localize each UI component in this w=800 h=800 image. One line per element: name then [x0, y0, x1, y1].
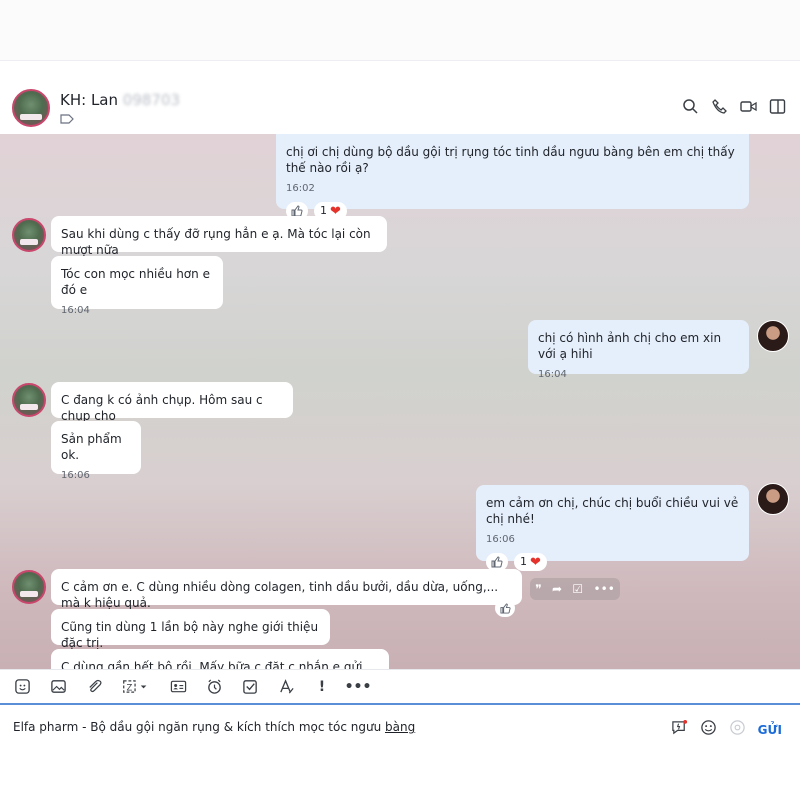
- message-incoming[interactable]: Cũng tin dùng 1 lần bộ này nghe giới thi…: [51, 609, 330, 650]
- phone-call-icon[interactable]: [711, 98, 728, 115]
- message-text: chị ơi chị dùng bộ dầu gội trị rụng tóc …: [286, 145, 735, 175]
- chat-header: KH: Lan 098703: [0, 60, 800, 134]
- forward-icon[interactable]: ➦: [552, 582, 562, 596]
- message-hover-actions: ❞ ➦ ☑ •••: [530, 578, 620, 600]
- more-icon[interactable]: •••: [345, 678, 372, 696]
- tag-icon[interactable]: [60, 113, 74, 125]
- message-time: 16:06: [486, 534, 515, 545]
- message-text: Sau khi dùng c thấy đỡ rụng hẳn e ạ. Mà …: [61, 227, 371, 257]
- message-text: C cảm ơn e. C dùng nhiều dòng colagen, t…: [61, 580, 499, 610]
- message-outgoing[interactable]: chị có hình ảnh chị cho em xin với ạ hih…: [528, 320, 749, 380]
- my-avatar[interactable]: [757, 320, 789, 352]
- bottom-blank-area: [0, 747, 800, 800]
- my-avatar[interactable]: [757, 483, 789, 515]
- message-text: em cảm ơn chị, chúc chị buổi chiều vui v…: [486, 496, 739, 526]
- sender-avatar[interactable]: [12, 570, 46, 604]
- message-outgoing[interactable]: chị ơi chị dùng bộ dầu gội trị rụng tóc …: [276, 134, 749, 220]
- message-input-text[interactable]: Elfa pharm - Bộ dầu gội ngăn rụng & kích…: [13, 720, 415, 734]
- top-blank-area: [0, 0, 800, 60]
- quick-message-icon[interactable]: [671, 719, 688, 740]
- message-time: 16:02: [286, 183, 315, 194]
- like-quick-react-icon[interactable]: [495, 599, 515, 617]
- heart-icon: ❤: [530, 554, 541, 570]
- contact-avatar[interactable]: [12, 89, 50, 127]
- message-text: Cũng tin dùng 1 lần bộ này nghe giới thi…: [61, 620, 319, 650]
- message-incoming[interactable]: Sản phẩm ok. 16:06: [51, 421, 141, 481]
- input-text-main: Elfa pharm - Bộ dầu gội ngăn rụng & kích…: [13, 720, 385, 734]
- emoji-icon[interactable]: [700, 719, 717, 740]
- mention-icon[interactable]: [729, 719, 746, 740]
- svg-text:Z: Z: [127, 683, 133, 693]
- attachment-icon[interactable]: [85, 678, 103, 696]
- task-icon[interactable]: [241, 678, 259, 696]
- contact-name-label: KH: Lan: [60, 91, 118, 109]
- message-text: C đang k có ảnh chụp. Hôm sau c chụp cho: [61, 393, 263, 423]
- quote-icon[interactable]: ❞: [535, 582, 541, 596]
- message-text: chị có hình ảnh chị cho em xin với ạ hih…: [538, 331, 722, 361]
- contact-name[interactable]: KH: Lan 098703: [60, 91, 180, 109]
- sticker-icon[interactable]: [13, 678, 31, 696]
- more-options-icon[interactable]: •••: [594, 582, 615, 596]
- message-text: Sản phẩm ok.: [61, 432, 122, 462]
- format-icon[interactable]: [277, 678, 295, 696]
- create-task-icon[interactable]: ☑: [572, 582, 583, 596]
- urgent-icon[interactable]: !: [313, 678, 331, 696]
- sidebar-toggle-icon[interactable]: [769, 98, 786, 115]
- image-icon[interactable]: [49, 678, 67, 696]
- message-time: 16:04: [538, 369, 567, 380]
- reminder-icon[interactable]: [205, 678, 223, 696]
- heart-reaction[interactable]: 1 ❤: [514, 553, 547, 571]
- message-outgoing[interactable]: em cảm ơn chị, chúc chị buổi chiều vui v…: [476, 485, 749, 571]
- reaction-count: 1: [520, 555, 527, 568]
- message-list[interactable]: chị ơi chị dùng bộ dầu gội trị rụng tóc …: [0, 134, 800, 669]
- sender-avatar[interactable]: [12, 218, 46, 252]
- message-incoming[interactable]: C đang k có ảnh chụp. Hôm sau c chụp cho: [51, 382, 293, 423]
- contact-card-icon[interactable]: [169, 678, 187, 696]
- message-incoming[interactable]: Sau khi dùng c thấy đỡ rụng hẳn e ạ. Mà …: [51, 216, 387, 257]
- message-time: 16:04: [61, 305, 90, 316]
- input-text-underlined: bàng: [385, 720, 416, 734]
- search-icon[interactable]: [682, 98, 699, 115]
- composer-toolbar: Z ! •••: [0, 669, 800, 705]
- screenshot-icon[interactable]: Z: [121, 678, 151, 696]
- message-incoming[interactable]: C dùng gần hết bộ rồi. Mấy bữa c đặt c n…: [51, 649, 389, 669]
- message-time: 16:06: [61, 470, 90, 481]
- send-button[interactable]: GỬI: [758, 723, 782, 737]
- contact-phone-blurred: 098703: [122, 91, 181, 109]
- message-incoming[interactable]: Tóc con mọc nhiều hơn e đó e 16:04: [51, 256, 223, 316]
- video-call-icon[interactable]: [740, 98, 757, 115]
- message-input[interactable]: Elfa pharm - Bộ dầu gội ngăn rụng & kích…: [0, 707, 800, 747]
- sender-avatar[interactable]: [12, 383, 46, 417]
- message-incoming[interactable]: C cảm ơn e. C dùng nhiều dòng colagen, t…: [51, 569, 522, 610]
- message-text: C dùng gần hết bộ rồi. Mấy bữa c đặt c n…: [61, 660, 363, 669]
- message-text: Tóc con mọc nhiều hơn e đó e: [61, 267, 210, 297]
